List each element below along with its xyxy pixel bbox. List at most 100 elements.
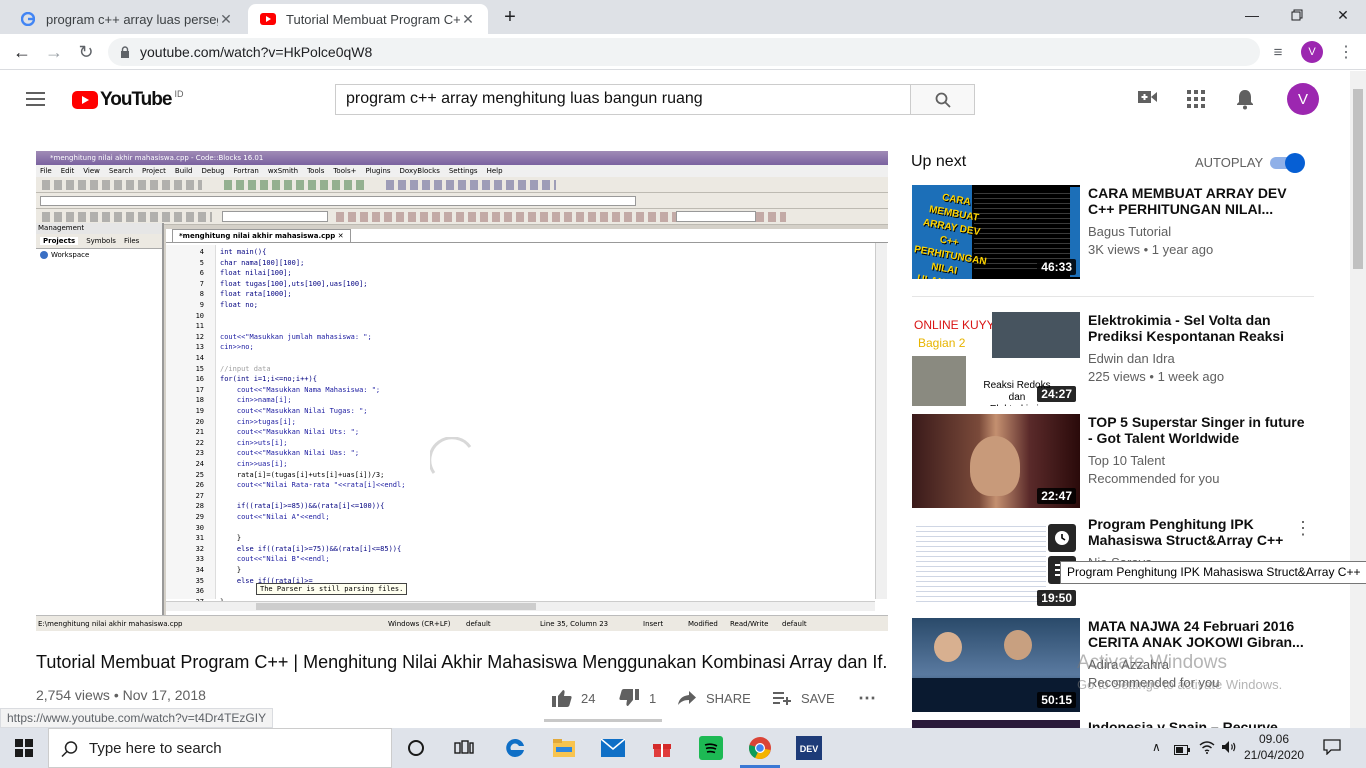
chevron-up-icon[interactable]: ∧ (1152, 740, 1161, 754)
windows-start-icon[interactable] (9, 733, 39, 763)
back-arrow-icon[interactable]: ← (10, 40, 34, 64)
maximize-button[interactable] (1274, 0, 1320, 30)
watch-later-icon[interactable] (1048, 524, 1076, 552)
search-icon (935, 92, 951, 108)
menu-item[interactable]: Build (175, 165, 193, 177)
media-queue-icon[interactable]: ≡ (1266, 40, 1290, 64)
list-item[interactable]: ONLINE KUYY Bagian 2 Reaksi Redoks dan E… (912, 312, 1332, 408)
video-thumbnail[interactable]: 50:15 (912, 618, 1080, 712)
code-line: cin>>nama[i]; (220, 396, 292, 405)
video-thumbnail[interactable]: ONLINE KUYY Bagian 2 Reaksi Redoks dan E… (912, 312, 1080, 406)
menu-item[interactable]: Help (487, 165, 503, 177)
tab-projects[interactable]: Projects (40, 237, 79, 245)
youtube-logo[interactable]: YouTube ID (72, 89, 183, 111)
video-title[interactable]: Program Penghitung IPK Mahasiswa Struct&… (1088, 516, 1308, 548)
notification-center-icon[interactable] (1323, 739, 1341, 760)
editor-tab[interactable]: *menghitung nilai akhir mahasiswa.cpp ✕ (172, 229, 351, 242)
list-item[interactable]: CARA MEMBUAT ARRAY DEV C++ PERHITUNGAN N… (912, 185, 1332, 281)
create-video-icon[interactable] (1138, 89, 1162, 109)
taskbar-search-input[interactable]: Type here to search (48, 728, 392, 768)
reload-icon[interactable]: ↻ (74, 40, 98, 64)
channel-name[interactable]: Top 10 Talent (1088, 452, 1308, 470)
search-input[interactable]: program c++ array menghitung luas bangun… (335, 84, 911, 115)
menu-item[interactable]: Fortran (234, 165, 259, 177)
profile-avatar[interactable]: V (1301, 41, 1323, 63)
menu-item[interactable]: Settings (449, 165, 478, 177)
autoplay-toggle[interactable] (1270, 153, 1306, 173)
google-icon (20, 11, 36, 27)
editor-hscrollbar[interactable] (166, 601, 875, 611)
avatar[interactable]: V (1287, 83, 1319, 115)
edge-icon[interactable] (500, 733, 530, 763)
list-item[interactable]: 22:47 TOP 5 Superstar Singer in future -… (912, 414, 1332, 510)
volume-icon[interactable] (1222, 740, 1238, 759)
video-title[interactable]: CARA MEMBUAT ARRAY DEV C++ PERHITUNGAN N… (1088, 185, 1308, 217)
menu-dots-icon[interactable]: ⋮ (1334, 40, 1358, 64)
new-tab-button[interactable]: + (498, 6, 522, 28)
menu-item[interactable]: DoxyBlocks (400, 165, 440, 177)
code-line: float nilai[100]; (220, 269, 292, 278)
dislike-button[interactable]: 1 (619, 688, 656, 708)
minimize-button[interactable]: — (1229, 0, 1275, 30)
menu-item[interactable]: Tools (307, 165, 324, 177)
more-options-icon[interactable]: ⋮ (1294, 518, 1312, 539)
menu-item[interactable]: View (83, 165, 100, 177)
channel-name[interactable]: Bagus Tutorial (1088, 223, 1308, 241)
video-thumbnail[interactable] (912, 720, 1080, 728)
task-view-icon[interactable] (449, 733, 479, 763)
channel-name[interactable]: Edwin dan Idra (1088, 350, 1308, 368)
menu-item[interactable]: File (40, 165, 52, 177)
apps-grid-icon[interactable] (1187, 90, 1207, 110)
forward-arrow-icon[interactable]: → (42, 40, 66, 64)
video-title[interactable]: TOP 5 Superstar Singer in future - Got T… (1088, 414, 1308, 446)
view-count: 2,754 views (36, 687, 110, 703)
file-explorer-icon[interactable] (549, 733, 579, 763)
video-player[interactable]: *menghitung nilai akhir mahasiswa.cpp - … (36, 151, 888, 631)
tab-files[interactable]: Files (124, 237, 139, 245)
menu-item[interactable]: Debug (202, 165, 225, 177)
window-close-button[interactable]: ✕ (1320, 0, 1366, 30)
save-button[interactable]: SAVE (773, 688, 835, 708)
chrome-icon[interactable] (745, 733, 775, 763)
workspace-node[interactable]: Workspace (36, 249, 162, 261)
menu-item[interactable]: Plugins (365, 165, 390, 177)
browser-tab-youtube[interactable]: Tutorial Membuat Program C++ ✕ (248, 4, 488, 34)
code-editor[interactable]: *menghitung nilai akhir mahasiswa.cpp ✕ … (166, 229, 888, 615)
editor-scrollbar[interactable] (875, 243, 887, 599)
close-icon[interactable]: ✕ (338, 232, 344, 240)
browser-tab-google[interactable]: program c++ array luas persegi p ✕ (8, 4, 246, 34)
search-button[interactable] (910, 84, 975, 115)
cortana-icon[interactable] (401, 733, 431, 763)
mail-icon[interactable] (598, 733, 628, 763)
share-button[interactable]: SHARE (678, 688, 751, 708)
close-icon[interactable]: ✕ (460, 11, 476, 28)
dev-cpp-icon[interactable]: DEV (794, 733, 824, 763)
more-actions-icon[interactable]: ⋯ (858, 688, 876, 708)
video-thumbnail[interactable]: 19:50 (912, 516, 1080, 610)
video-title[interactable]: MATA NAJWA 24 Februari 2016 CERITA ANAK … (1088, 618, 1308, 650)
menu-item[interactable]: wxSmith (268, 165, 298, 177)
menu-item[interactable]: Search (109, 165, 133, 177)
like-button[interactable]: 24 (552, 688, 595, 708)
spotify-icon[interactable] (696, 733, 726, 763)
menu-item[interactable]: Tools+ (333, 165, 356, 177)
scrollbar-thumb[interactable] (1353, 89, 1363, 269)
menu-item[interactable]: Edit (61, 165, 75, 177)
battery-icon[interactable] (1174, 742, 1190, 760)
close-icon[interactable]: ✕ (218, 11, 234, 28)
tab-symbols[interactable]: Symbols (86, 237, 116, 245)
clock[interactable]: 09.06 21/04/2020 (1244, 731, 1304, 763)
page-scrollbar[interactable] (1350, 71, 1366, 728)
video-title[interactable]: Indonesia v Spain – Recurve (1088, 720, 1308, 728)
line-number: 28 (195, 502, 204, 511)
list-item[interactable]: Indonesia v Spain – Recurve (912, 720, 1332, 728)
video-thumbnail[interactable]: 22:47 (912, 414, 1080, 508)
wifi-icon[interactable] (1199, 740, 1215, 759)
hamburger-menu-icon[interactable] (26, 91, 46, 107)
video-thumbnail[interactable]: CARA MEMBUAT ARRAY DEV C++ PERHITUNGAN N… (912, 185, 1080, 279)
video-title[interactable]: Elektrokimia - Sel Volta dan Prediksi Ke… (1088, 312, 1308, 344)
address-bar[interactable]: youtube.com/watch?v=HkPolce0qW8 (108, 38, 1260, 66)
menu-item[interactable]: Project (142, 165, 166, 177)
gift-app-icon[interactable] (647, 733, 677, 763)
notifications-bell-icon[interactable] (1236, 88, 1256, 110)
